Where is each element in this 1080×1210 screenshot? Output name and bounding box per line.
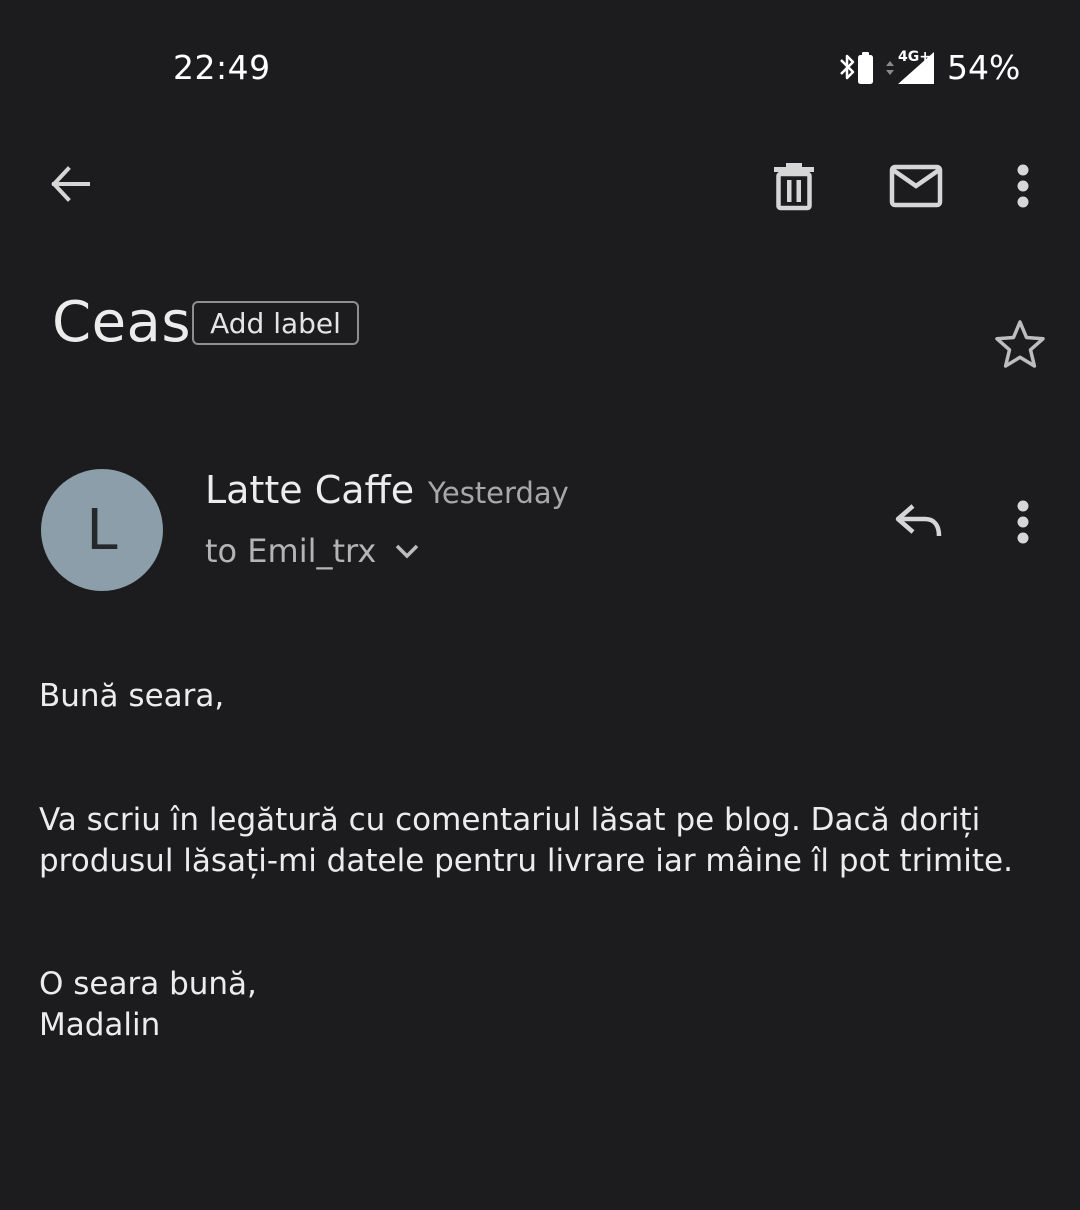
- more-options-button[interactable]: [996, 154, 1050, 218]
- reply-button[interactable]: [888, 494, 948, 550]
- recipient-details[interactable]: to Emil_trx: [205, 532, 420, 570]
- mark-unread-button[interactable]: [884, 154, 948, 218]
- body-line-1: Va scriu în legătură cu comentariul lăsa…: [39, 802, 981, 838]
- chevron-down-icon: [396, 544, 419, 559]
- data-arrows-icon: [886, 61, 894, 75]
- body-signature: Madalin: [39, 1007, 161, 1043]
- add-label-button[interactable]: Add label: [192, 301, 359, 345]
- message-more-button[interactable]: [996, 494, 1050, 550]
- mail-icon: [889, 164, 943, 208]
- body-closing: O seara bună,: [39, 966, 257, 1002]
- battery-percent: 54%: [947, 48, 1021, 87]
- back-arrow-icon: [51, 166, 90, 202]
- more-vert-icon: [1017, 500, 1029, 544]
- star-outline-icon: [995, 320, 1045, 368]
- reply-icon: [895, 504, 942, 537]
- battery-icon: [858, 52, 873, 84]
- bluetooth-icon: [840, 54, 855, 80]
- sender-name: Latte Caffe: [205, 468, 415, 512]
- back-button[interactable]: [40, 154, 100, 214]
- network-type: 4G+: [898, 49, 931, 65]
- trash-icon: [774, 163, 814, 211]
- more-vert-icon: [1017, 164, 1029, 208]
- delete-button[interactable]: [762, 154, 826, 218]
- star-button[interactable]: [988, 312, 1052, 376]
- avatar[interactable]: L: [41, 469, 163, 591]
- message-date: Yesterday: [428, 476, 569, 510]
- body-line-2: produsul lăsați-mi datele pentru livrare…: [39, 843, 1013, 879]
- recipient-text: to Emil_trx: [205, 532, 377, 570]
- body-greeting: Bună seara,: [39, 678, 225, 714]
- status-time: 22:49: [173, 48, 271, 87]
- email-subject: Ceas: [52, 290, 192, 355]
